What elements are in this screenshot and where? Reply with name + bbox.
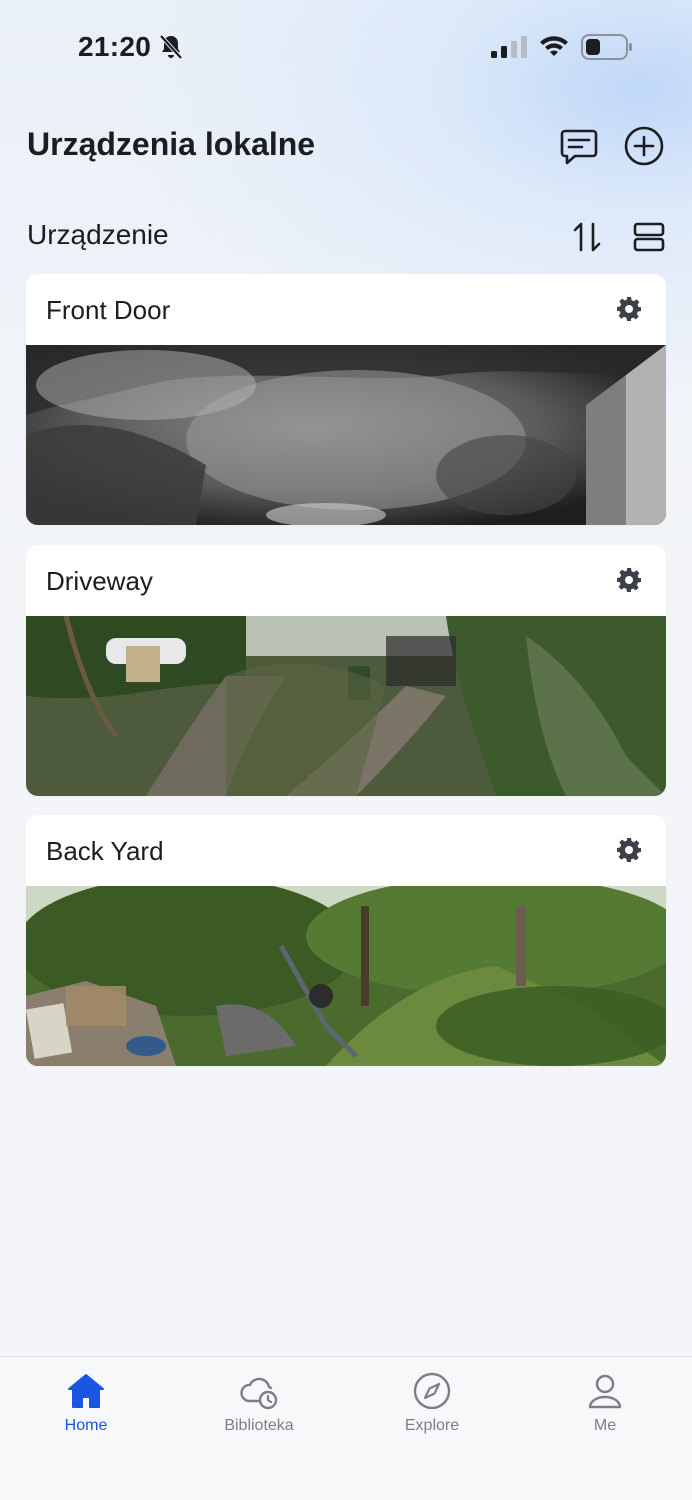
sort-button[interactable] [571, 220, 603, 254]
bottom-nav: Home Biblioteka Explore Me [0, 1356, 692, 1500]
device-card-front-door[interactable]: Front Door [26, 274, 666, 525]
gear-icon [617, 838, 641, 862]
device-card-driveway[interactable]: Driveway [26, 545, 666, 796]
device-card-header: Driveway [26, 545, 666, 616]
wifi-icon [540, 36, 568, 56]
add-device-button[interactable] [623, 125, 665, 167]
bell-off-icon [159, 34, 183, 60]
device-settings-button[interactable] [616, 567, 642, 593]
layout-toggle-button[interactable] [633, 222, 665, 252]
device-card-back-yard[interactable]: Back Yard [26, 815, 666, 1066]
nav-label: Biblioteka [224, 1417, 294, 1434]
plus-circle-icon [624, 126, 664, 166]
camera-preview[interactable] [26, 345, 666, 525]
device-settings-button[interactable] [616, 837, 642, 863]
status-time: 21:20 [78, 31, 152, 62]
device-name: Front Door [46, 295, 171, 325]
cloud-clock-icon [240, 1377, 278, 1410]
camera-preview-image [26, 345, 666, 525]
device-name: Back Yard [46, 836, 164, 866]
nav-label: Home [64, 1417, 108, 1434]
nav-item-me[interactable]: Me [545, 1371, 665, 1441]
compass-icon [413, 1372, 451, 1410]
sort-icon [573, 222, 601, 252]
gear-icon [617, 568, 641, 592]
layout-list-icon [633, 222, 665, 252]
device-card-header: Back Yard [26, 815, 666, 886]
camera-preview[interactable] [26, 616, 666, 796]
battery-icon [581, 34, 632, 60]
nav-item-explore[interactable]: Explore [372, 1371, 492, 1441]
nav-item-biblioteka[interactable]: Biblioteka [199, 1371, 319, 1441]
page-title: Urządzenia lokalne [27, 126, 316, 162]
chat-icon [560, 129, 598, 165]
messages-button[interactable] [558, 127, 600, 167]
device-settings-button[interactable] [616, 296, 642, 322]
gear-icon [617, 297, 641, 321]
status-bar: 21:20 [0, 0, 692, 94]
camera-preview-image [26, 886, 666, 1066]
nav-label: Me [593, 1417, 617, 1434]
device-name: Driveway [46, 566, 153, 596]
home-icon [68, 1374, 104, 1408]
nav-label: Explore [404, 1417, 460, 1434]
person-icon [588, 1374, 622, 1409]
signal-icon [491, 36, 527, 58]
device-card-header: Front Door [26, 274, 666, 345]
section-label: Urządzenie [27, 219, 169, 250]
camera-preview-image [26, 616, 666, 796]
nav-item-home[interactable]: Home [26, 1371, 146, 1441]
camera-preview[interactable] [26, 886, 666, 1066]
